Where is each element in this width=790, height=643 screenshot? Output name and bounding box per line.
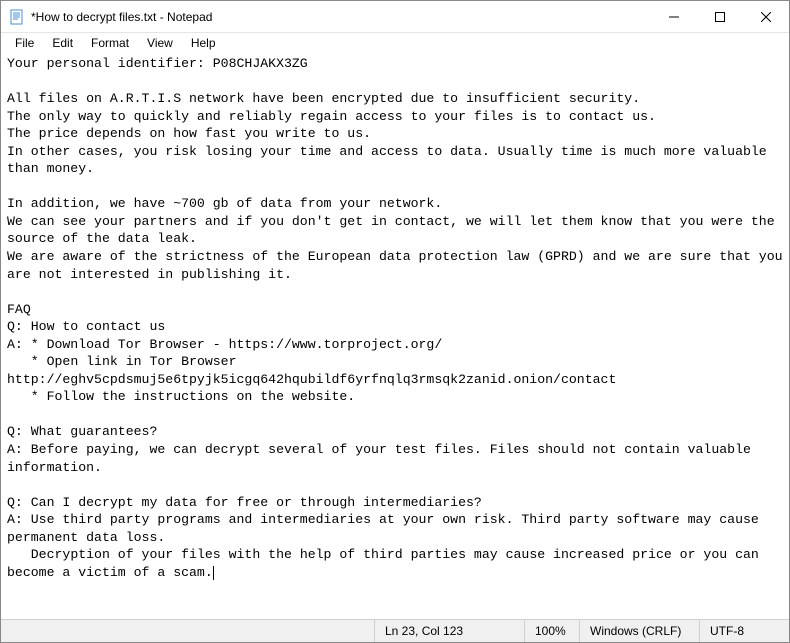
status-zoom: 100% <box>524 620 579 642</box>
window-title: *How to decrypt files.txt - Notepad <box>31 10 212 24</box>
status-lineending: Windows (CRLF) <box>579 620 699 642</box>
menu-view[interactable]: View <box>139 34 181 52</box>
menu-help[interactable]: Help <box>183 34 224 52</box>
close-button[interactable] <box>743 1 789 33</box>
menu-format[interactable]: Format <box>83 34 137 52</box>
titlebar-left: *How to decrypt files.txt - Notepad <box>9 9 212 25</box>
status-position: Ln 23, Col 123 <box>374 620 524 642</box>
text-caret <box>213 566 214 580</box>
window-controls <box>651 1 789 32</box>
menubar: File Edit Format View Help <box>1 33 789 53</box>
close-icon <box>761 12 771 22</box>
menu-file[interactable]: File <box>7 34 42 52</box>
notepad-window: *How to decrypt files.txt - Notepad <box>0 0 790 643</box>
minimize-button[interactable] <box>651 1 697 33</box>
maximize-button[interactable] <box>697 1 743 33</box>
maximize-icon <box>715 12 725 22</box>
statusbar: Ln 23, Col 123 100% Windows (CRLF) UTF-8 <box>1 619 789 642</box>
menu-edit[interactable]: Edit <box>44 34 81 52</box>
status-encoding: UTF-8 <box>699 620 789 642</box>
notepad-icon <box>9 9 25 25</box>
text-editor-content[interactable]: Your personal identifier: P08CHJAKX3ZG A… <box>1 53 789 619</box>
document-text: Your personal identifier: P08CHJAKX3ZG A… <box>7 56 789 580</box>
titlebar[interactable]: *How to decrypt files.txt - Notepad <box>1 1 789 33</box>
minimize-icon <box>669 12 679 22</box>
